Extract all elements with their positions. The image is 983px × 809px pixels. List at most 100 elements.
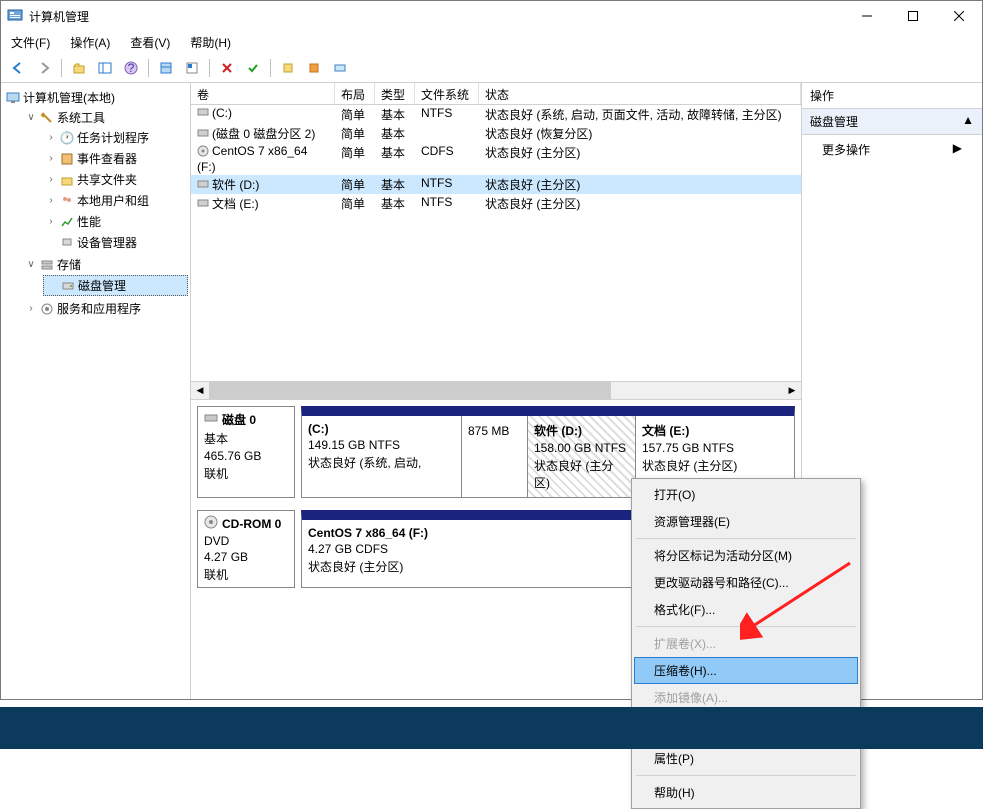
toolbar: ? [1, 53, 982, 83]
volume-row[interactable]: (C:)简单基本NTFS状态良好 (系统, 启动, 页面文件, 活动, 故障转储… [191, 105, 801, 124]
tool-icon-2[interactable] [303, 57, 325, 79]
close-button[interactable] [936, 1, 982, 31]
collapse-icon[interactable]: ∨ [25, 112, 37, 123]
delete-icon[interactable] [216, 57, 238, 79]
volume-row[interactable]: (磁盘 0 磁盘分区 2)简单基本状态良好 (恢复分区) [191, 124, 801, 143]
properties-button[interactable] [181, 57, 203, 79]
tree-label: 磁盘管理 [78, 277, 126, 294]
minimize-button[interactable] [844, 1, 890, 31]
expand-icon[interactable]: › [45, 195, 57, 206]
disk-header[interactable]: CD-ROM 0DVD4.27 GB联机 [197, 510, 295, 588]
context-menu: 打开(O) 资源管理器(E) 将分区标记为活动分区(M) 更改驱动器号和路径(C… [631, 478, 861, 809]
col-layout[interactable]: 布局 [335, 83, 375, 104]
tree-label: 本地用户和组 [77, 192, 149, 209]
tree-services[interactable]: › 服务和应用程序 [23, 299, 188, 318]
device-icon [59, 235, 75, 251]
partition[interactable]: CentOS 7 x86_64 (F:)4.27 GB CDFS状态良好 (主分… [302, 520, 602, 587]
window-title: 计算机管理 [29, 8, 844, 25]
actions-section-label: 磁盘管理 [810, 113, 858, 130]
partition[interactable]: (C:)149.15 GB NTFS状态良好 (系统, 启动, [302, 416, 462, 497]
cm-shrink[interactable]: 压缩卷(H)... [634, 657, 858, 684]
svg-text:?: ? [128, 61, 135, 75]
tree-label: 共享文件夹 [77, 171, 137, 188]
check-icon[interactable] [242, 57, 264, 79]
tree-item-eventviewer[interactable]: › 事件查看器 [43, 149, 188, 168]
computer-icon [5, 90, 21, 106]
back-button[interactable] [7, 57, 29, 79]
tree-label: 事件查看器 [77, 150, 137, 167]
actions-more[interactable]: 更多操作 ▶ [802, 135, 982, 164]
show-hide-tree-button[interactable] [94, 57, 116, 79]
tree-item-perf[interactable]: ›性能 [43, 212, 188, 231]
tree-label: 服务和应用程序 [57, 300, 141, 317]
col-type[interactable]: 类型 [375, 83, 415, 104]
tree-item-shared[interactable]: › 共享文件夹 [43, 170, 188, 189]
services-icon [39, 301, 55, 317]
expand-icon[interactable]: › [45, 174, 57, 185]
tool-icon-3[interactable] [329, 57, 351, 79]
help-button[interactable]: ? [120, 57, 142, 79]
tree-item-diskmgmt[interactable]: 磁盘管理 [43, 275, 188, 296]
volume-row[interactable]: 文档 (E:)简单基本NTFS状态良好 (主分区) [191, 194, 801, 213]
partition[interactable]: 875 MB [462, 416, 528, 497]
disk-icon [204, 411, 218, 428]
taskbar[interactable] [0, 707, 983, 749]
actions-section[interactable]: 磁盘管理 ▲ [802, 109, 982, 135]
view-mode-button[interactable] [155, 57, 177, 79]
expand-icon[interactable]: › [45, 216, 57, 227]
menu-help[interactable]: 帮助(H) [186, 32, 235, 53]
drive-icon [197, 145, 209, 160]
expand-icon[interactable]: › [45, 153, 57, 164]
volume-row[interactable]: 软件 (D:)简单基本NTFS状态良好 (主分区) [191, 175, 801, 194]
expand-icon[interactable]: › [25, 303, 37, 314]
clock-icon: 🕐 [59, 130, 75, 146]
forward-button[interactable] [33, 57, 55, 79]
drive-icon [197, 178, 209, 193]
volume-row[interactable]: CentOS 7 x86_64 (F:)简单基本CDFS状态良好 (主分区) [191, 143, 801, 174]
partition[interactable]: 软件 (D:)158.00 GB NTFS状态良好 (主分区) [528, 416, 636, 497]
col-fs[interactable]: 文件系统 [415, 83, 479, 104]
cm-explorer[interactable]: 资源管理器(E) [634, 508, 858, 535]
cm-format[interactable]: 格式化(F)... [634, 596, 858, 623]
disk-icon [204, 515, 218, 532]
tree-root[interactable]: 计算机管理(本地) [3, 88, 188, 107]
cm-open[interactable]: 打开(O) [634, 481, 858, 508]
tree-label: 计算机管理(本地) [23, 89, 115, 106]
tree-label: 系统工具 [57, 109, 105, 126]
disk-icon [60, 278, 76, 294]
cm-properties[interactable]: 属性(P) [634, 745, 858, 772]
scroll-thumb[interactable] [209, 382, 611, 399]
tree-item-devmgr[interactable]: 设备管理器 [43, 233, 188, 252]
drive-icon [197, 127, 209, 142]
menubar: 文件(F) 操作(A) 查看(V) 帮助(H) [1, 31, 982, 53]
tool-icon-1[interactable] [277, 57, 299, 79]
scroll-left-button[interactable]: ◀ [191, 382, 209, 399]
menu-file[interactable]: 文件(F) [7, 32, 54, 53]
collapse-icon[interactable]: ∨ [25, 259, 37, 270]
cm-help[interactable]: 帮助(H) [634, 779, 858, 806]
tree-item-scheduler[interactable]: ›🕐任务计划程序 [43, 128, 188, 147]
maximize-button[interactable] [890, 1, 936, 31]
tools-icon [39, 110, 55, 126]
col-volume[interactable]: 卷 [191, 83, 335, 104]
col-status[interactable]: 状态 [479, 83, 801, 104]
app-icon [7, 8, 23, 24]
tree-systools[interactable]: ∨ 系统工具 [23, 108, 188, 127]
drive-icon [197, 106, 209, 121]
tree-label: 任务计划程序 [77, 129, 149, 146]
cm-markactive[interactable]: 将分区标记为活动分区(M) [634, 542, 858, 569]
scroll-track[interactable] [209, 382, 783, 399]
actions-more-label: 更多操作 [822, 141, 870, 158]
scroll-right-button[interactable]: ▶ [783, 382, 801, 399]
event-icon [59, 151, 75, 167]
cm-changedrive[interactable]: 更改驱动器号和路径(C)... [634, 569, 858, 596]
cm-extend: 扩展卷(X)... [634, 630, 858, 657]
menu-action[interactable]: 操作(A) [66, 32, 114, 53]
expand-icon[interactable]: › [45, 132, 57, 143]
menu-view[interactable]: 查看(V) [126, 32, 174, 53]
disk-header[interactable]: 磁盘 0基本465.76 GB联机 [197, 406, 295, 498]
tree-item-users[interactable]: › 本地用户和组 [43, 191, 188, 210]
up-button[interactable] [68, 57, 90, 79]
horizontal-scrollbar[interactable]: ◀ ▶ [191, 381, 801, 399]
tree-storage[interactable]: ∨ 存储 [23, 255, 188, 274]
